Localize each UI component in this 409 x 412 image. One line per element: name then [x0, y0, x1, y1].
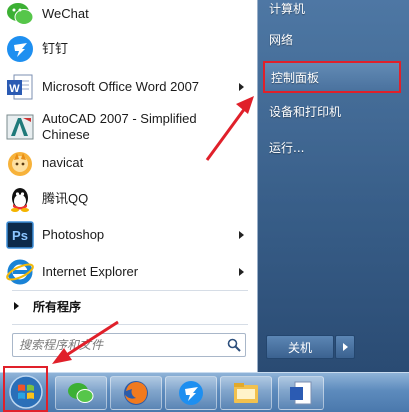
qq-icon — [4, 183, 36, 215]
program-item-word[interactable]: W Microsoft Office Word 2007 — [4, 69, 256, 105]
link-label: 控制面板 — [271, 70, 320, 85]
system-links-pane — [258, 0, 409, 372]
word-icon-text: W — [9, 83, 20, 95]
search-box[interactable] — [12, 333, 246, 357]
link-label: 网络 — [269, 32, 294, 47]
program-label: Microsoft Office Word 2007 — [42, 79, 200, 94]
photoshop-icon-text: Ps — [12, 228, 28, 243]
link-devices-printers[interactable]: 设备和打印机 — [263, 98, 401, 124]
annotation-highlight-box — [3, 366, 48, 412]
program-label: WeChat — [42, 6, 89, 21]
dingtalk-icon — [179, 381, 203, 405]
word-icon — [290, 381, 312, 405]
program-label: 腾讯QQ — [42, 191, 89, 206]
ie-icon — [4, 256, 36, 288]
program-label: navicat — [42, 155, 84, 170]
shutdown-button[interactable]: 关机 — [266, 335, 334, 359]
all-programs-button[interactable]: 所有程序 — [4, 294, 256, 318]
program-label: AutoCAD 2007 - Simplified Chinese — [42, 111, 197, 142]
program-label: Photoshop — [42, 227, 105, 242]
search-input[interactable] — [13, 334, 223, 356]
link-computer[interactable]: 计算机 — [263, 0, 401, 21]
submenu-arrow-icon[interactable] — [239, 83, 244, 91]
link-network[interactable]: 网络 — [263, 26, 401, 52]
program-item-photoshop[interactable]: Ps Photoshop — [4, 217, 256, 253]
link-label: 运行... — [269, 140, 305, 155]
taskbar-explorer[interactable] — [220, 376, 272, 410]
submenu-arrow-icon[interactable] — [239, 231, 244, 239]
program-item-navicat[interactable]: navicat — [4, 146, 256, 180]
link-run[interactable]: 运行... — [263, 134, 401, 160]
shutdown-label: 关机 — [287, 340, 312, 355]
program-item-ie[interactable]: Internet Explorer — [4, 254, 256, 290]
firefox-icon — [124, 381, 148, 405]
program-item-wechat[interactable]: WeChat — [4, 0, 256, 32]
link-control-panel[interactable]: 控制面板 — [263, 61, 401, 93]
wechat-icon — [4, 0, 36, 30]
all-programs-label: 所有程序 — [33, 299, 82, 314]
menu-separator — [12, 324, 248, 325]
program-item-qq[interactable]: 腾讯QQ — [4, 181, 256, 217]
word-icon: W — [4, 71, 36, 103]
link-label: 设备和打印机 — [269, 104, 342, 119]
wechat-icon — [68, 383, 94, 403]
dingtalk-icon — [4, 33, 36, 65]
folder-icon — [234, 383, 258, 403]
program-item-dingtalk[interactable]: 钉钉 — [4, 31, 256, 67]
play-arrow-icon — [14, 302, 19, 310]
menu-separator — [12, 290, 248, 291]
program-item-autocad[interactable]: AutoCAD 2007 - Simplified Chinese — [4, 106, 256, 148]
program-label: Internet Explorer — [42, 264, 139, 279]
submenu-arrow-icon[interactable] — [239, 268, 244, 276]
taskbar-firefox[interactable] — [110, 376, 162, 410]
taskbar-word[interactable] — [278, 376, 324, 410]
taskbar-dingtalk[interactable] — [165, 376, 217, 410]
photoshop-icon: Ps — [4, 219, 36, 251]
link-label: 计算机 — [269, 1, 306, 16]
autocad-icon — [4, 111, 36, 143]
search-icon[interactable] — [223, 334, 245, 356]
shutdown-options-button[interactable] — [335, 335, 355, 359]
navicat-icon — [4, 147, 36, 179]
taskbar-wechat[interactable] — [55, 376, 107, 410]
program-label: 钉钉 — [42, 41, 69, 56]
chevron-right-icon — [342, 343, 348, 351]
